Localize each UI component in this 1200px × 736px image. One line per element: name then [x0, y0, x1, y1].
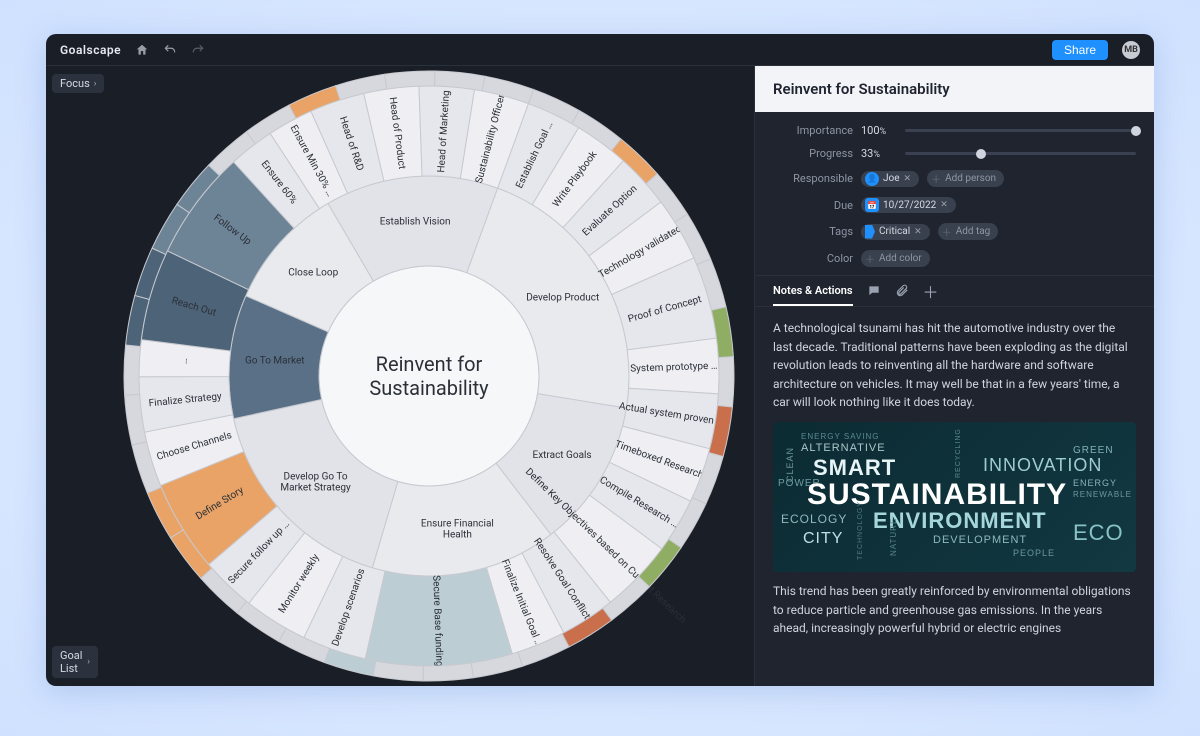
remove-icon[interactable]: ✕ [914, 227, 922, 237]
tag-chip[interactable]: Critical ✕ [861, 224, 930, 240]
due-row: Due 📅 10/27/2022 ✕ [773, 197, 1136, 213]
sunburst-label: Develop Product [526, 292, 599, 303]
add-person-button[interactable]: ＋Add person [927, 170, 1004, 187]
progress-slider[interactable] [905, 152, 1136, 155]
importance-row: Importance 100% [773, 124, 1136, 137]
remove-icon[interactable]: ✕ [904, 174, 912, 184]
sunburst-segment[interactable] [385, 71, 435, 89]
tags-row: Tags Critical ✕ ＋Add tag [773, 223, 1136, 240]
goal-list-button[interactable]: Goal List › [52, 646, 98, 678]
details-panel: Reinvent for Sustainability Importance 1… [754, 66, 1154, 686]
importance-slider[interactable] [905, 129, 1136, 132]
tab-notes-actions[interactable]: Notes & Actions [773, 276, 853, 306]
goal-list-label: Goal List [60, 649, 83, 675]
color-row: Color ＋Add color [773, 250, 1136, 267]
sunburst-label: Establish Vision [380, 216, 451, 227]
tab-add[interactable]: ＋ [923, 276, 939, 306]
person-icon: 👤 [865, 172, 879, 186]
redo-icon[interactable] [191, 43, 205, 57]
sunburst-segment[interactable] [423, 663, 473, 681]
tag-icon [865, 225, 875, 239]
sunburst-label: Extract Goals [533, 450, 592, 461]
sunburst-segment[interactable] [717, 357, 734, 407]
notes-paragraph: A technological tsunami has hit the auto… [773, 319, 1136, 412]
color-label: Color [773, 252, 853, 265]
panel-tabs: Notes & Actions ＋ [755, 275, 1154, 307]
share-button[interactable]: Share [1052, 40, 1108, 60]
sunburst-label: Go To Market [245, 355, 305, 366]
home-icon[interactable] [135, 43, 149, 57]
properties-section: Importance 100% Progress 33% Responsible [755, 112, 1154, 275]
sunburst-label: … [180, 358, 190, 365]
due-label: Due [773, 199, 853, 212]
tab-comments[interactable] [867, 276, 881, 306]
calendar-icon: 📅 [865, 198, 879, 212]
focus-button[interactable]: Focus › [52, 74, 104, 93]
sunburst-segment[interactable] [124, 345, 141, 395]
undo-icon[interactable] [163, 43, 177, 57]
chevron-right-icon: › [87, 657, 90, 667]
responsible-row: Responsible 👤 Joe ✕ ＋Add person [773, 170, 1136, 187]
left-rail: Focus › Goal List › [46, 66, 104, 686]
responsible-label: Responsible [773, 172, 853, 185]
person-chip[interactable]: 👤 Joe ✕ [861, 171, 919, 187]
progress-label: Progress [773, 147, 853, 160]
chevron-right-icon: › [94, 79, 97, 89]
tab-attachments[interactable] [895, 276, 909, 306]
sunburst-label: Close Loop [288, 268, 338, 279]
user-avatar[interactable]: MB [1122, 41, 1140, 59]
panel-title: Reinvent for Sustainability [755, 66, 1154, 112]
tags-label: Tags [773, 225, 853, 238]
app-window: Goalscape Share MB Focus › Goal List › [46, 34, 1154, 686]
progress-row: Progress 33% [773, 147, 1136, 160]
importance-label: Importance [773, 124, 853, 137]
sunburst-center[interactable] [319, 266, 539, 486]
sunburst-chart[interactable]: Develop ProductExtract GoalsEnsure Finan… [119, 66, 739, 686]
wordcloud-image: ENERGY SAVING ALTERNATIVE SMART INNOVATI… [773, 422, 1136, 572]
due-chip[interactable]: 📅 10/27/2022 ✕ [861, 197, 956, 213]
app-logo: Goalscape [60, 43, 121, 57]
sunburst-label: Develop Go ToMarket Strategy [280, 471, 351, 493]
add-color-button[interactable]: ＋Add color [861, 250, 930, 267]
notes-body: A technological tsunami has hit the auto… [755, 307, 1154, 686]
remove-icon[interactable]: ✕ [940, 200, 948, 210]
topbar: Goalscape Share MB [46, 34, 1154, 66]
notes-paragraph: This trend has been greatly reinforced b… [773, 582, 1136, 638]
focus-label: Focus [60, 77, 90, 90]
add-tag-button[interactable]: ＋Add tag [938, 223, 999, 240]
sunburst-canvas[interactable]: Develop ProductExtract GoalsEnsure Finan… [104, 66, 754, 686]
